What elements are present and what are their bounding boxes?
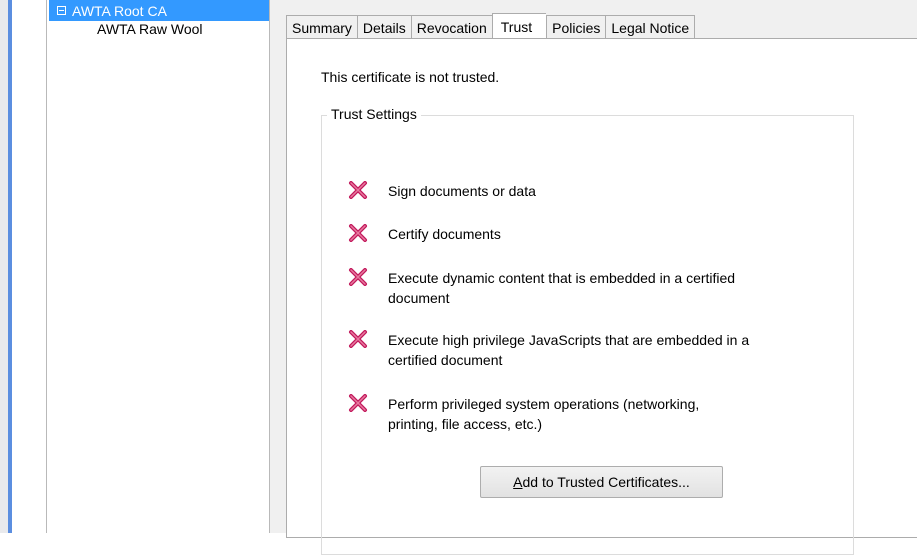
tab-revocation-label: Revocation [416,19,487,36]
certificate-details-area: Summary Details Revocation Trust Policie… [270,0,917,555]
tab-details-label: Details [362,19,406,36]
trust-item-text: Perform privileged system operations (ne… [388,396,700,432]
trust-item-text: Sign documents or data [388,183,536,199]
tree-node-child-label: AWTA Raw Wool [97,21,203,37]
tab-policies[interactable]: Policies [546,15,606,39]
collapse-icon[interactable] [57,6,66,15]
button-label-rest: dd to Trusted Certificates... [522,474,690,490]
trust-item-text: Certify documents [388,226,501,242]
trust-tab-panel: This certificate is not trusted. Trust S… [286,38,917,555]
tab-details[interactable]: Details [356,15,411,39]
tab-legal-notice-label: Legal Notice [611,19,690,36]
not-allowed-x-icon [349,394,367,412]
tree-node-root-ca[interactable]: AWTA Root CA [49,0,269,21]
tab-revocation[interactable]: Revocation [410,15,492,39]
trust-item-certify: Certify documents [348,224,818,244]
not-allowed-x-icon [349,268,367,286]
window-left-edge [0,0,12,533]
trust-settings-title: Trust Settings [327,106,421,122]
trust-item-sign: Sign documents or data [348,181,818,201]
tab-summary-label: Summary [292,19,352,36]
tab-trust[interactable]: Trust [491,13,547,39]
button-accelerator-key: A [513,474,523,490]
trust-item-dynamic-content: Execute dynamic content that is embedded… [348,268,818,308]
tab-legal-notice[interactable]: Legal Notice [605,15,696,39]
trust-item-text: Execute high privilege JavaScripts that … [388,332,750,368]
tab-bar: Summary Details Revocation Trust Policie… [286,13,696,39]
not-allowed-x-icon [349,330,367,348]
not-allowed-x-icon [349,224,367,242]
add-to-trusted-certificates-button[interactable]: Add to Trusted Certificates... [480,466,723,498]
certificate-tree[interactable]: AWTA Root CA AWTA Raw Wool [46,0,270,533]
trust-item-javascript: Execute high privilege JavaScripts that … [348,330,818,370]
window-border-accent [8,0,12,533]
tab-summary[interactable]: Summary [286,15,357,39]
tab-trust-label: Trust [500,18,533,35]
trust-status-text: This certificate is not trusted. [321,69,500,85]
tree-node-child[interactable]: AWTA Raw Wool [97,19,203,39]
tab-policies-label: Policies [552,19,601,36]
trust-item-text: Execute dynamic content that is embedded… [388,270,736,306]
not-allowed-x-icon [349,181,367,199]
tree-node-root-label: AWTA Root CA [72,2,167,19]
trust-item-system-operations: Perform privileged system operations (ne… [348,394,818,434]
